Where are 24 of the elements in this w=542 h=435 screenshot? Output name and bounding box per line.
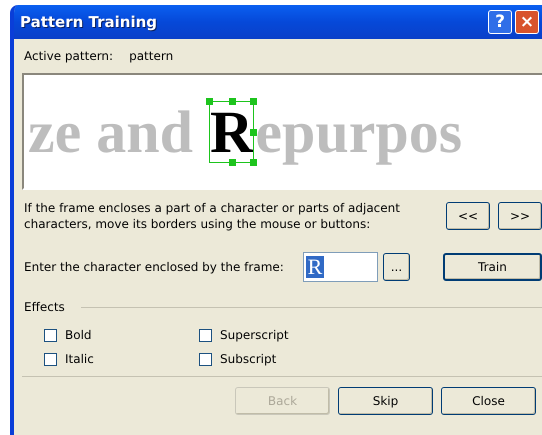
checkbox[interactable] (44, 328, 57, 342)
character-field[interactable]: R (302, 252, 378, 282)
pattern-name: pattern (129, 48, 174, 65)
checkbox-label: Subscript (220, 351, 276, 368)
checkbox-label: Superscript (220, 327, 289, 344)
previous-button[interactable]: << (446, 202, 490, 230)
field-label: Enter the character enclosed by the frame: (23, 259, 285, 276)
checkbox[interactable] (199, 352, 212, 366)
checkbox-label: Italic (65, 351, 94, 368)
group-title: Effects (24, 299, 65, 316)
checkbox[interactable] (199, 328, 212, 342)
window-title: Pattern Training (20, 12, 158, 33)
instructions-text: If the frame encloses a part of a character or parts of adjacent characters, move its borders using the mouse or buttons: (23, 200, 401, 232)
scanned-text: ze and (28, 102, 194, 162)
help-button[interactable]: ? (488, 10, 512, 34)
close-button[interactable]: × (515, 10, 539, 34)
skip-button[interactable]: Skip (338, 387, 433, 415)
checkbox-label: Bold (65, 327, 92, 344)
checkbox[interactable] (44, 352, 57, 366)
train-button[interactable]: Train (442, 253, 542, 281)
field-label: Active pattern: (24, 48, 114, 65)
next-button[interactable]: >> (498, 202, 542, 230)
close-button[interactable]: Close (441, 387, 536, 415)
browse-button[interactable]: ... (383, 253, 410, 281)
